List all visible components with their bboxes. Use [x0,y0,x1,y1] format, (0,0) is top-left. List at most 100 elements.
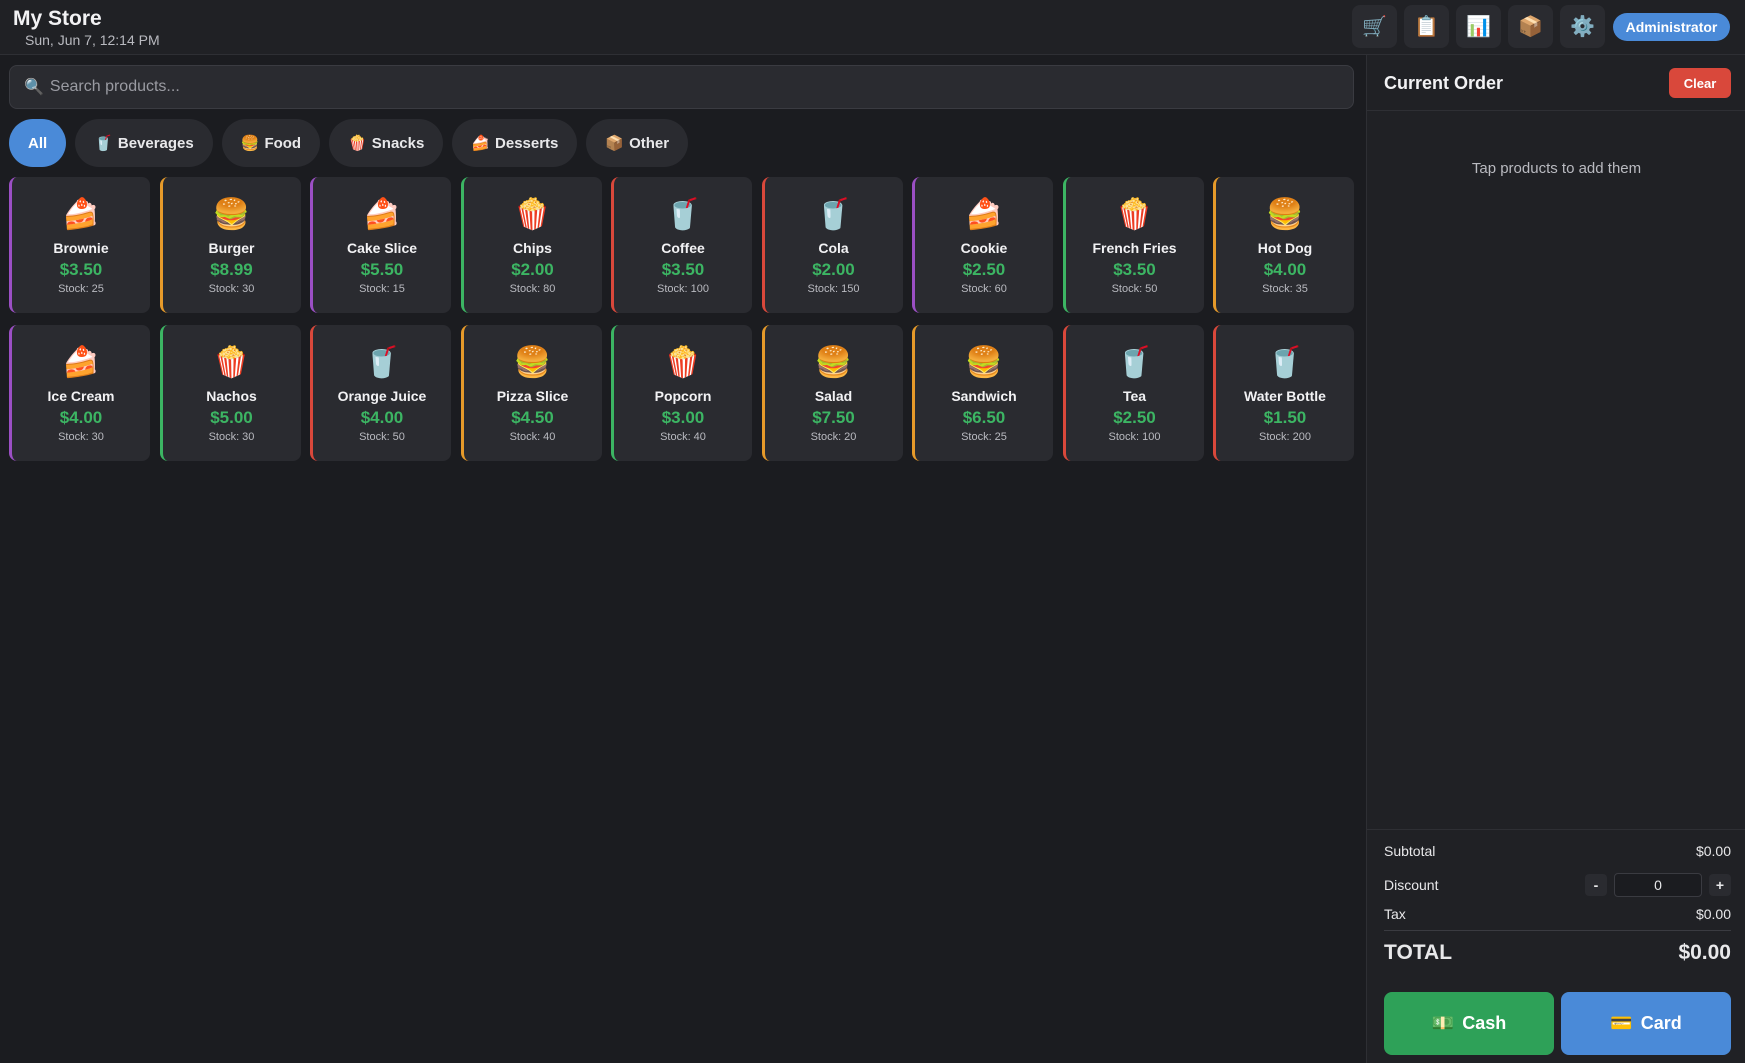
clear-order-button[interactable]: Clear [1669,68,1731,98]
product-price: $3.50 [1113,260,1156,279]
product-card[interactable]: 🍰 Ice Cream $4.00 Stock: 30 [9,325,150,461]
product-price: $2.50 [1113,408,1156,427]
category-pill-all[interactable]: All [9,119,67,167]
drink-cup-icon: 🥤 [363,346,401,379]
product-name: Brownie [53,240,109,256]
gear-icon: ⚙️ [1570,16,1595,38]
search-bar[interactable]: 🔍 [9,65,1354,109]
product-card[interactable]: 🍰 Cake Slice $5.50 Stock: 15 [310,177,451,313]
drink-cup-icon: 🥤 [1266,346,1304,379]
order-totals [1367,829,1745,830]
product-stock: Stock: 40 [660,431,706,443]
product-price: $4.00 [59,408,103,427]
product-card[interactable]: 🍿 Popcorn $3.00 Stock: 40 [611,325,752,461]
burger-icon: 🍔 [513,346,552,379]
nav-reports-button[interactable]: 📊 [1456,5,1501,48]
product-card[interactable]: 🍿 Chips $2.00 Stock: 80 [460,177,602,313]
product-card[interactable]: 🍰 Brownie $3.50 Stock: 25 [9,177,150,313]
category-pill-snacks[interactable]: 🍿 Snacks [329,119,444,167]
burger-icon: 🍔 [1266,198,1304,231]
product-card[interactable]: 🍰 Cookie $2.50 Stock: 60 [912,177,1053,313]
package-icon: 📦 [1518,16,1543,38]
subtotal-row: Subtotal $0.00 [1384,843,1731,859]
pay-cash-button[interactable]: 💵 Cash [1384,992,1554,1055]
product-name: Ice Cream [47,388,115,404]
discount-increase-button[interactable]: + [1709,874,1731,896]
tax-value: $0.00 [1695,906,1731,922]
pay-card-label: Card [1640,1013,1682,1033]
cup-icon: 🥤 [94,135,113,152]
discount-decrease-button[interactable]: - [1585,874,1607,896]
product-name: Water Bottle [1244,388,1326,404]
category-pill-desserts[interactable]: 🍰 Desserts [452,119,578,167]
store-name: My Store [13,7,102,30]
category-filter-bar: All 🥤 Beverages 🍔 Food 🍿 Snacks 🍰 Desserts 📦 Other [9,119,689,167]
category-pill-label: All [28,134,48,152]
search-icon: 🔍 [24,79,44,96]
category-pill-food[interactable]: 🍔 Food [221,119,321,167]
product-name: Pizza Slice [496,388,569,404]
product-card[interactable]: 🍿 French Fries $3.50 Stock: 50 [1062,177,1204,313]
product-card[interactable]: 🍔 Salad $7.50 Stock: 20 [761,325,903,461]
product-card[interactable]: 🍔 Pizza Slice $4.50 Stock: 40 [460,325,602,461]
product-price: $3.50 [59,260,103,279]
discount-input[interactable] [1614,873,1702,897]
total-label: TOTAL [1384,941,1453,964]
category-pill-other[interactable]: 📦 Other [586,119,689,167]
nav-settings-button[interactable]: ⚙️ [1560,5,1605,48]
tax-label: Tax [1384,906,1406,922]
product-name: Coffee [661,240,705,256]
product-stock: Stock: 20 [810,431,857,443]
product-price: $2.50 [962,260,1006,279]
product-stock: Stock: 25 [58,283,104,295]
pay-card-button[interactable]: 💳 Card [1561,992,1731,1055]
product-stock: Stock: 150 [807,283,860,295]
product-name: Sandwich [951,388,1017,404]
drink-cup-icon: 🥤 [814,198,853,231]
category-pill-label: Beverages [117,134,194,152]
discount-row: Discount - + [1384,873,1731,897]
product-card[interactable]: 🥤 Tea $2.50 Stock: 100 [1062,325,1204,461]
nav-orders-button[interactable]: 📋 [1404,5,1449,48]
clipboard-icon: 📋 [1414,16,1439,38]
burger-icon: 🍔 [240,135,260,152]
product-name: Popcorn [654,388,712,404]
product-card[interactable]: 🍿 Nachos $5.00 Stock: 30 [159,325,301,461]
product-card[interactable]: 🥤 Cola $2.00 Stock: 150 [761,177,903,313]
product-card[interactable]: 🍔 Sandwich $6.50 Stock: 25 [912,325,1053,461]
user-role-button[interactable]: Administrator [1613,13,1730,41]
order-panel: Current Order Clear Tap products to add … [1366,55,1745,1063]
burger-icon: 🍔 [212,198,251,231]
bar-chart-icon: 📊 [1466,16,1491,38]
product-card[interactable]: 🥤 Coffee $3.50 Stock: 100 [611,177,752,313]
category-pill-beverages[interactable]: 🥤 Beverages [75,119,213,167]
category-pill-label: Desserts [495,134,559,152]
drink-cup-icon: 🥤 [664,198,702,231]
product-price: $2.00 [812,260,855,279]
product-stock: Stock: 200 [1259,431,1311,443]
product-price: $5.00 [210,408,253,427]
product-price: $4.00 [360,408,404,427]
product-name: Cola [818,240,849,256]
product-price: $6.50 [962,408,1006,427]
product-card[interactable]: 🍔 Burger $8.99 Stock: 30 [159,177,301,313]
product-card[interactable]: 🍔 Hot Dog $4.00 Stock: 35 [1213,177,1354,313]
product-stock: Stock: 100 [657,283,709,295]
product-name: Burger [208,240,255,256]
total-divider [1384,930,1731,931]
product-stock: Stock: 35 [1262,283,1308,295]
nav-inventory-button[interactable]: 📦 [1508,5,1553,48]
product-price: $7.50 [812,408,855,427]
search-input[interactable] [49,78,1330,96]
discount-label: Discount [1384,877,1439,893]
product-card[interactable]: 🥤 Water Bottle $1.50 Stock: 200 [1213,325,1354,461]
product-price: $2.00 [511,260,554,279]
product-stock: Stock: 50 [1111,283,1158,295]
product-stock: Stock: 80 [509,283,556,295]
product-stock: Stock: 40 [509,431,556,443]
nav-pos-button[interactable]: 🛒 [1352,5,1397,48]
product-card[interactable]: 🥤 Orange Juice $4.00 Stock: 50 [310,325,451,461]
popcorn-icon: 🍿 [513,198,552,231]
product-name: Chips [513,240,552,256]
drink-cup-icon: 🥤 [1115,346,1154,379]
